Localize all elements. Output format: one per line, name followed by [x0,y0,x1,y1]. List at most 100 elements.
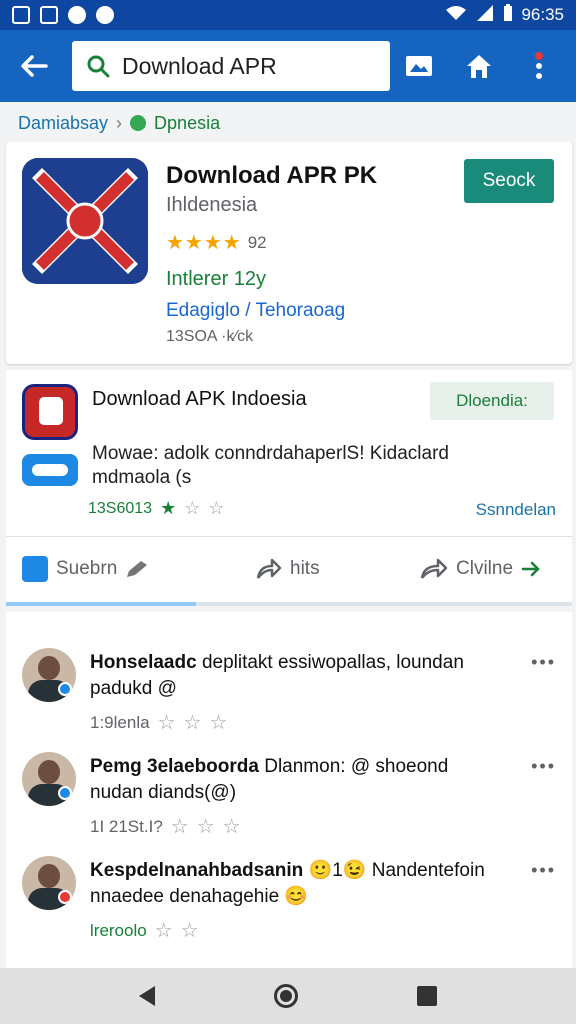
breadcrumb-root[interactable]: Damiabsay [18,113,108,134]
status-bar: 96:35 [0,0,576,30]
comment-text: Pemg 3elaeboorda Dlanmon: @ shoeond nuda… [90,754,510,806]
more-horizontal-icon[interactable]: ••• [531,860,556,881]
star-outline-icon: ☆ [184,498,201,518]
star-outline-icon[interactable]: ☆ [184,710,202,735]
share-label: hits [290,558,320,579]
more-options-button[interactable] [522,49,556,83]
apk-title[interactable]: Download APK Indoesia [92,388,307,411]
app-bar [0,30,576,102]
comment-item: Honselaadc deplitakt essiwopallas, lound… [6,638,572,742]
star-outline-icon[interactable]: ☆ [181,918,199,943]
avatar[interactable] [22,648,76,702]
comment-author[interactable]: Kespdelnanahbadsanin [90,860,303,881]
action-row: Suebrn hits Clvilne [6,552,572,586]
wifi-icon [445,5,467,26]
more-horizontal-icon[interactable]: ••• [531,756,556,777]
more-vertical-icon [535,52,543,79]
share-button[interactable]: hits [256,558,320,580]
apk-meta-count: 13S6013 [88,499,153,517]
home-icon [467,55,491,78]
comment-meta: lreroolo ☆ ☆ [90,918,199,943]
comment-item: Pemg 3elaeboorda Dlanmon: @ shoeond nuda… [6,742,572,846]
apk-card: Download APK Indoesia Dloendia: Mowae: a… [6,370,572,606]
home-button[interactable] [462,49,496,83]
tab-indicator [6,602,572,606]
breadcrumb: Damiabsay › Dpnesia [18,110,220,136]
system-nav-bar [0,968,576,1024]
search-input[interactable] [122,52,372,80]
gallery-button[interactable] [402,49,436,83]
comment-date: 1I 21St.I? [90,816,163,836]
star-outline-icon[interactable]: ☆ [171,814,189,839]
star-outline-icon[interactable]: ☆ [197,814,215,839]
image-icon [406,56,432,76]
comment-text: Kespdelnanahbadsanin 🙂1😉 Nandentefoin nn… [90,858,510,910]
circle-notification-icon [68,6,86,24]
apk-right-link[interactable]: Ssnndelan [476,500,556,520]
star-filled-icon: ★ [160,498,177,518]
app-size-text: 13SOA ·k⁄ck [166,328,254,345]
rating-stars-icon: ★★★★ [166,232,242,254]
arrow-right-icon [521,561,540,577]
comment-body: deplitakt essiwopallas, loundan [201,652,464,673]
app-rating: ★★★★ 92 [166,230,267,255]
like-button[interactable]: Suebrn [22,556,151,582]
star-outline-icon: ☆ [208,498,225,518]
comment-date: lreroolo [90,920,147,940]
breadcrumb-location[interactable]: Dpnesia [154,113,220,134]
avatar[interactable] [22,752,76,806]
nav-back-icon[interactable] [139,986,156,1006]
apk-description-line-1: Mowae: adolk conndrdahaperlS! Kidaclard [92,443,449,464]
star-outline-icon[interactable]: ☆ [158,710,176,735]
developer-link[interactable]: Edagiglo / Tehoraoag [166,300,345,322]
location-pin-icon [130,115,147,131]
star-outline-icon[interactable]: ☆ [155,918,173,943]
divider [6,536,572,537]
comments-list: Honselaadc deplitakt essiwopallas, lound… [6,612,572,968]
search-action-button[interactable]: Seock [464,159,554,203]
comment-author[interactable]: Pemg 3elaeboorda [90,756,259,777]
share-icon [256,558,282,579]
back-button[interactable] [14,46,54,86]
toggle-pill-icon [22,454,78,486]
avatar[interactable] [22,856,76,910]
app-card[interactable]: Download APR PK Ihldenesia ★★★★ 92 Intle… [6,142,572,364]
record-notification-icon [96,6,114,24]
apk-description-line-2: mdmaola (s [92,467,192,488]
apk-app-icon [22,384,78,440]
chevron-right-icon: › [116,112,123,133]
comment-text: Honselaadc deplitakt essiwopallas, lound… [90,650,510,702]
comment-date: 1:9lenla [90,712,150,732]
app-info-text: Intlerer 12y [166,268,267,290]
like-label: Suebrn [56,558,118,579]
comment-meta: 1:9lenla ☆ ☆ ☆ [90,710,227,735]
comment-item: Kespdelnanahbadsanin 🙂1😉 Nandentefoin nn… [6,846,572,950]
more-label: Clvilne [456,558,514,579]
app-subtitle: Ihldenesia [166,194,258,216]
arrow-left-icon [21,55,48,77]
comment-body-line-2: nnaedee denahagehie 😊 [90,886,309,907]
search-box[interactable] [72,41,390,91]
apk-description: Mowae: adolk conndrdahaperlS! Kidaclard … [92,442,492,490]
nav-home-icon[interactable] [273,984,298,1008]
clock: 96:35 [521,5,564,24]
comment-body-line-2: padukd @ [90,678,177,699]
image-notification-icon [12,6,30,24]
app-logo-icon [22,158,148,284]
apk-tag-button[interactable]: Dloendia: [430,382,554,420]
battery-icon [503,3,513,27]
thumbs-up-icon [22,556,48,582]
more-horizontal-icon[interactable]: ••• [531,652,556,673]
star-outline-icon[interactable]: ☆ [209,710,227,735]
more-button[interactable]: Clvilne [420,558,541,580]
comment-body: Dlanmon: @ shoeond [264,756,449,777]
comment-meta: 1I 21St.I? ☆ ☆ ☆ [90,814,241,839]
comment-author[interactable]: Honselaadc [90,652,197,673]
apk-meta: 13S6013 ★ ☆ ☆ [88,498,224,519]
nav-recents-icon[interactable] [416,986,437,1006]
star-outline-icon[interactable]: ☆ [223,814,241,839]
pencil-icon [127,561,148,577]
rating-count: 92 [247,232,267,252]
comment-body: 🙂1😉 Nandentefoin [308,860,485,881]
search-icon [87,55,110,78]
